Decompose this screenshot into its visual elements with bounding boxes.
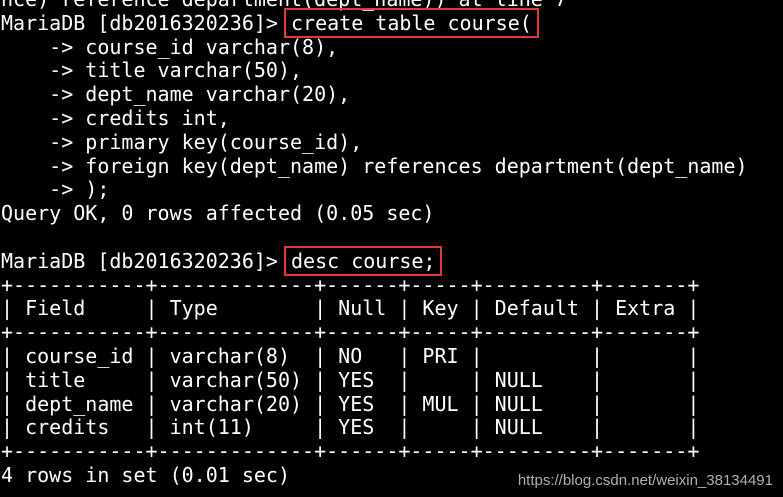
terminal-line: -> primary key(course_id), [0,129,783,155]
terminal-line: -> course_id varchar(8), [0,34,783,60]
terminal-text: 4 rows in set (0.01 sec) [1,462,290,487]
terminal-text: +-----------+-------------+------+-----+… [1,320,700,345]
terminal-window[interactable]: nce) reference department(dept_name)) at… [0,0,783,497]
highlighted-command: desc course; [283,245,443,276]
terminal-text: -> foreign key(dept_name) references dep… [1,153,748,178]
terminal-text: -> title varchar(50), [1,58,303,83]
terminal-text: | dept_name | varchar(20) | YES | MUL | … [1,391,700,416]
terminal-line: -> ); [0,177,783,202]
terminal-line: +-----------+-------------+------+-----+… [0,439,783,464]
terminal-line: | credits | int(11) | YES | | NULL | | [0,415,783,440]
terminal-text: +-----------+-------------+------+-----+… [1,439,700,464]
terminal-text: | course_id | varchar(8) | NO | PRI | | … [1,343,700,368]
terminal-line: -> credits int, [0,105,783,131]
terminal-text: | credits | int(11) | YES | | NULL | | [1,415,700,440]
terminal-line: | dept_name | varchar(20) | YES | MUL | … [0,391,783,417]
terminal-text: -> ); [1,177,110,202]
terminal-line: +-----------+-------------+------+-----+… [0,320,783,345]
terminal-text: MariaDB [db2016320236]> [1,10,290,35]
terminal-text: -> course_id varchar(8), [1,34,339,59]
terminal-text: MariaDB [db2016320236]> [1,248,290,273]
watermark-text: https://blog.csdn.net/weixin_38134491 [517,472,773,489]
terminal-text: Query OK, 0 rows affected (0.05 sec) [1,201,435,226]
terminal-text: -> primary key(course_id), [1,129,363,154]
terminal-line: | title | varchar(50) | YES | | NULL | | [0,367,783,393]
terminal-line: MariaDB [db2016320236]> desc course; [0,245,783,276]
terminal-line: +-----------+-------------+------+-----+… [0,272,783,298]
terminal-line: -> dept_name varchar(20), [0,82,783,107]
terminal-text: -> dept_name varchar(20), [1,82,351,107]
terminal-line: -> foreign key(dept_name) references dep… [0,153,783,179]
terminal-text: nce) reference department(dept_name)) at… [1,0,567,11]
terminal-line: | Field | Type | Null | Key | Default | … [0,296,783,321]
terminal-text: | Field | Type | Null | Key | Default | … [1,296,700,321]
terminal-line: MariaDB [db2016320236]> create table cou… [0,7,783,38]
terminal-text: +-----------+-------------+------+-----+… [1,272,700,297]
terminal-text: -> credits int, [1,105,230,130]
terminal-line: | course_id | varchar(8) | NO | PRI | | … [0,343,783,369]
terminal-line: -> title varchar(50), [0,58,783,83]
terminal-line: Query OK, 0 rows affected (0.05 sec) [0,201,783,226]
terminal-text: | title | varchar(50) | YES | | NULL | | [1,367,700,392]
highlighted-command: create table course( [283,7,539,38]
